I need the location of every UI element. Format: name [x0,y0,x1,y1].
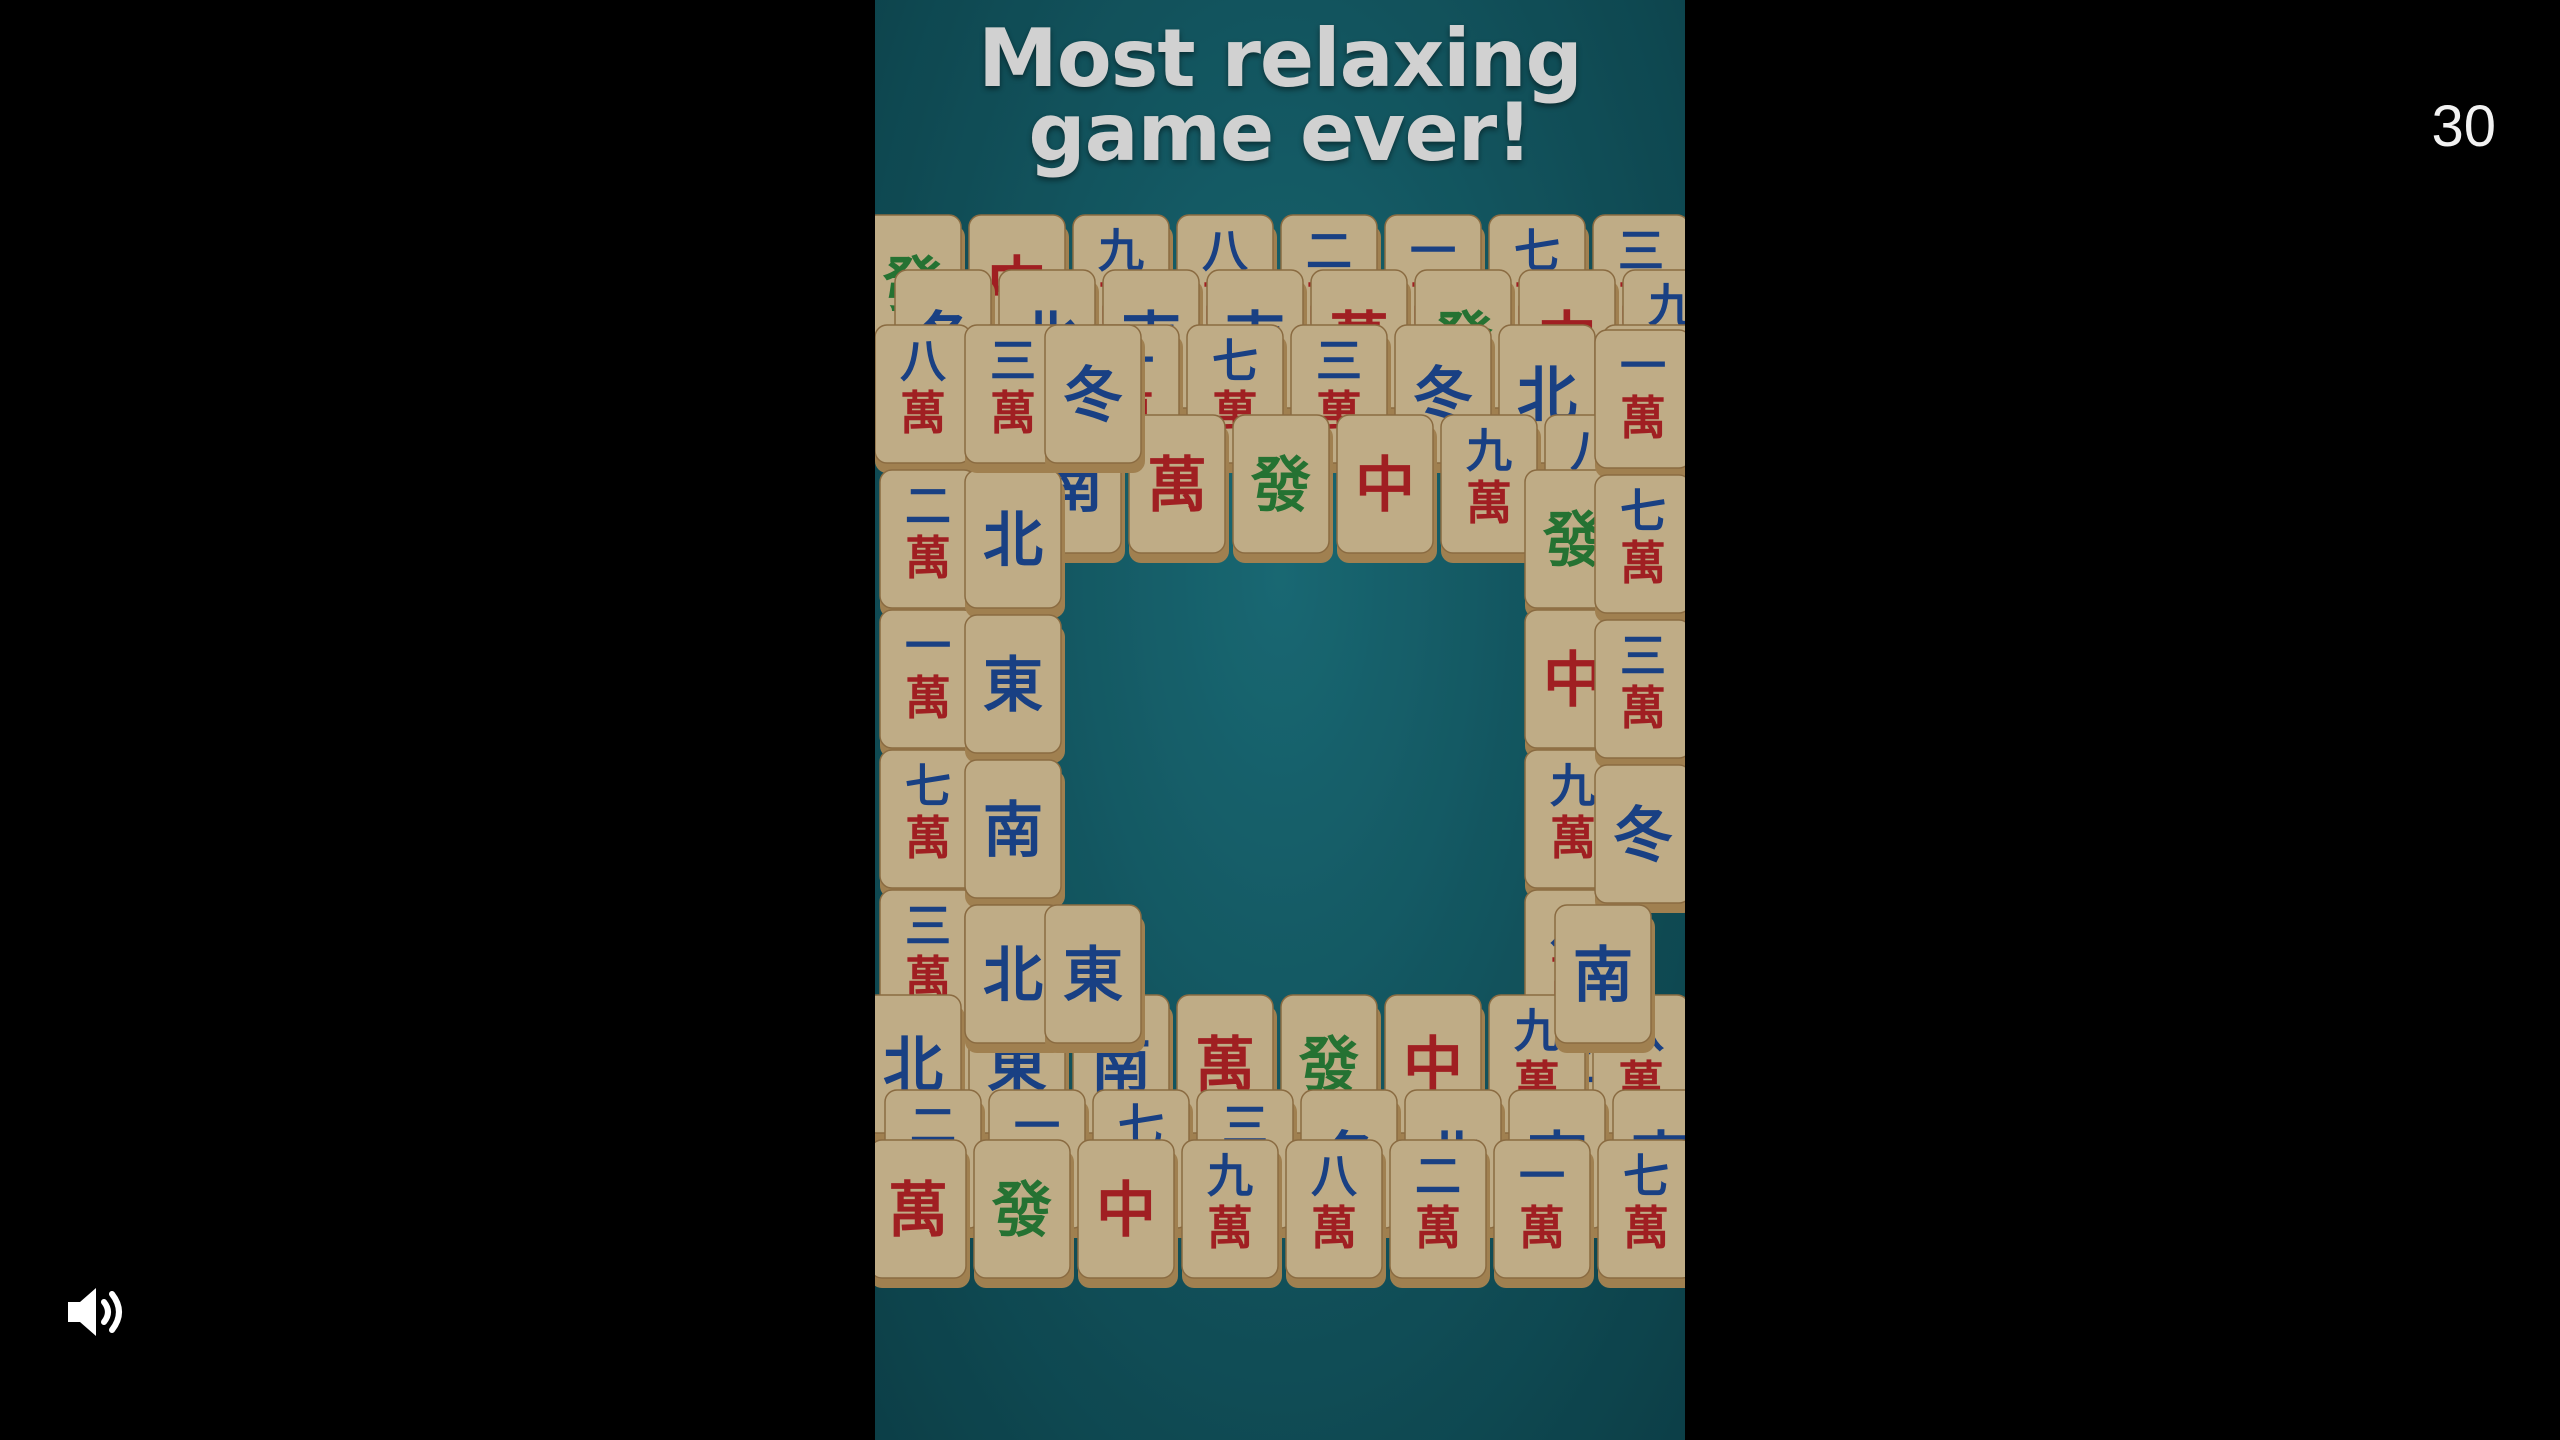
tile-glyph: 九 [1550,759,1596,813]
headline-line-1: Most relaxing [978,12,1583,105]
mahjong-tile[interactable]: 九萬 [1181,1139,1282,1288]
tile-glyph: 中 [1096,1176,1156,1246]
tile-glyph: 北 [983,941,1043,1011]
countdown-timer: 30 [2431,94,2496,159]
mahjong-tile[interactable]: 七萬 [1594,474,1685,623]
tile-glyph: 發 [1542,506,1603,576]
tile-glyph: 二 [1415,1149,1461,1203]
tile-glyph: 冬 [1063,361,1123,431]
tile-glyph: 萬 [888,1176,948,1246]
mahjong-tile[interactable]: 二萬 [1389,1139,1490,1288]
mahjong-tile[interactable]: 東 [964,614,1065,763]
tile-glyph: 七 [1620,484,1666,538]
tile-glyph: 萬 [1466,476,1512,530]
tile-glyph: 八 [1311,1149,1358,1203]
mahjong-tile[interactable]: 萬 [875,1139,970,1288]
tile-glyph: 萬 [1519,1201,1565,1255]
mahjong-tile[interactable]: 八萬 [1285,1139,1386,1288]
tile-glyph: 一 [905,619,951,673]
tile-glyph: 萬 [1620,391,1666,445]
tile-glyph: 萬 [900,386,946,440]
mahjong-tile[interactable]: 一萬 [1594,329,1685,478]
tile-glyph: 發 [991,1176,1052,1246]
tile-glyph: 九 [1466,424,1512,478]
tile-glyph: 八 [900,334,947,388]
video-player[interactable]: 發中九萬八萬二萬一萬七萬三萬冬北東南萬發中九萬八萬二萬一萬七萬三萬冬北東南萬發中… [875,0,1685,1440]
sound-button[interactable] [62,1282,132,1342]
mahjong-tile[interactable]: 中 [1077,1139,1178,1288]
mahjong-tile[interactable]: 三萬 [1594,619,1685,768]
speaker-volume-icon [68,1288,122,1336]
tile-glyph: 九 [1207,1149,1253,1203]
tile-glyph: 萬 [1550,811,1596,865]
mahjong-tile[interactable]: 一萬 [1493,1139,1594,1288]
mahjong-tile[interactable]: 發 [1232,414,1333,563]
mahjong-tile[interactable]: 冬 [1044,324,1145,473]
tile-glyph: 九 [1514,1004,1560,1058]
tile-glyph: 三 [1620,629,1666,683]
tile-glyph: 二 [905,479,951,533]
tile-glyph: 三 [905,899,951,953]
tile-glyph: 南 [1573,941,1633,1011]
tile-glyph: 三 [990,334,1036,388]
tile-glyph: 中 [1355,451,1415,521]
headline-line-2: game ever! [1028,86,1532,179]
mahjong-tile[interactable]: 發 [973,1139,1074,1288]
tile-glyph: 發 [1250,451,1311,521]
tile-glyph: 萬 [1311,1201,1357,1255]
mahjong-tile[interactable]: 東 [1044,904,1145,1053]
tile-glyph: 萬 [1620,681,1666,735]
tile-glyph: 萬 [1415,1201,1461,1255]
mahjong-tile[interactable]: 北 [964,469,1065,618]
tile-glyph: 東 [1063,941,1123,1011]
tile-glyph: 萬 [1207,1201,1253,1255]
screen: 發中九萬八萬二萬一萬七萬三萬冬北東南萬發中九萬八萬二萬一萬七萬三萬冬北東南萬發中… [0,0,2560,1440]
tile-glyph: 中 [1543,646,1603,716]
mahjong-tile[interactable]: 八萬 [875,324,975,473]
tile-glyph: 南 [983,796,1043,866]
tile-glyph: 七 [905,759,951,813]
tile-glyph: 北 [983,506,1043,576]
tile-glyph: 萬 [990,386,1036,440]
tile-glyph: 七 [1623,1149,1669,1203]
mahjong-board: 發中九萬八萬二萬一萬七萬三萬冬北東南萬發中九萬八萬二萬一萬七萬三萬冬北東南萬發中… [875,0,1685,1440]
tile-glyph: 萬 [905,531,951,585]
tile-glyph: 萬 [1620,536,1666,590]
tile-glyph: 萬 [905,811,951,865]
tile-glyph: 萬 [905,671,951,725]
tile-glyph: 一 [1620,339,1666,393]
tile-glyph: 七 [1212,334,1258,388]
tile-glyph: 三 [1316,334,1362,388]
tile-glyph: 萬 [1623,1201,1669,1255]
video-headline: Most relaxing game ever! [875,12,1685,179]
tile-glyph: 萬 [1147,451,1207,521]
tile-glyph: 一 [1519,1149,1565,1203]
tile-glyph: 東 [983,651,1043,721]
mahjong-tile[interactable]: 南 [964,759,1065,908]
mahjong-tiles-layer: 發中九萬八萬二萬一萬七萬三萬冬北東南萬發中九萬八萬二萬一萬七萬三萬冬北東南萬發中… [875,214,1685,1288]
mahjong-tile[interactable]: 南 [1554,904,1655,1053]
mahjong-tile[interactable]: 冬 [1594,764,1685,913]
mahjong-tile[interactable]: 中 [1336,414,1437,563]
mahjong-tile[interactable]: 七萬 [1597,1139,1685,1288]
tile-glyph: 冬 [1613,801,1673,871]
